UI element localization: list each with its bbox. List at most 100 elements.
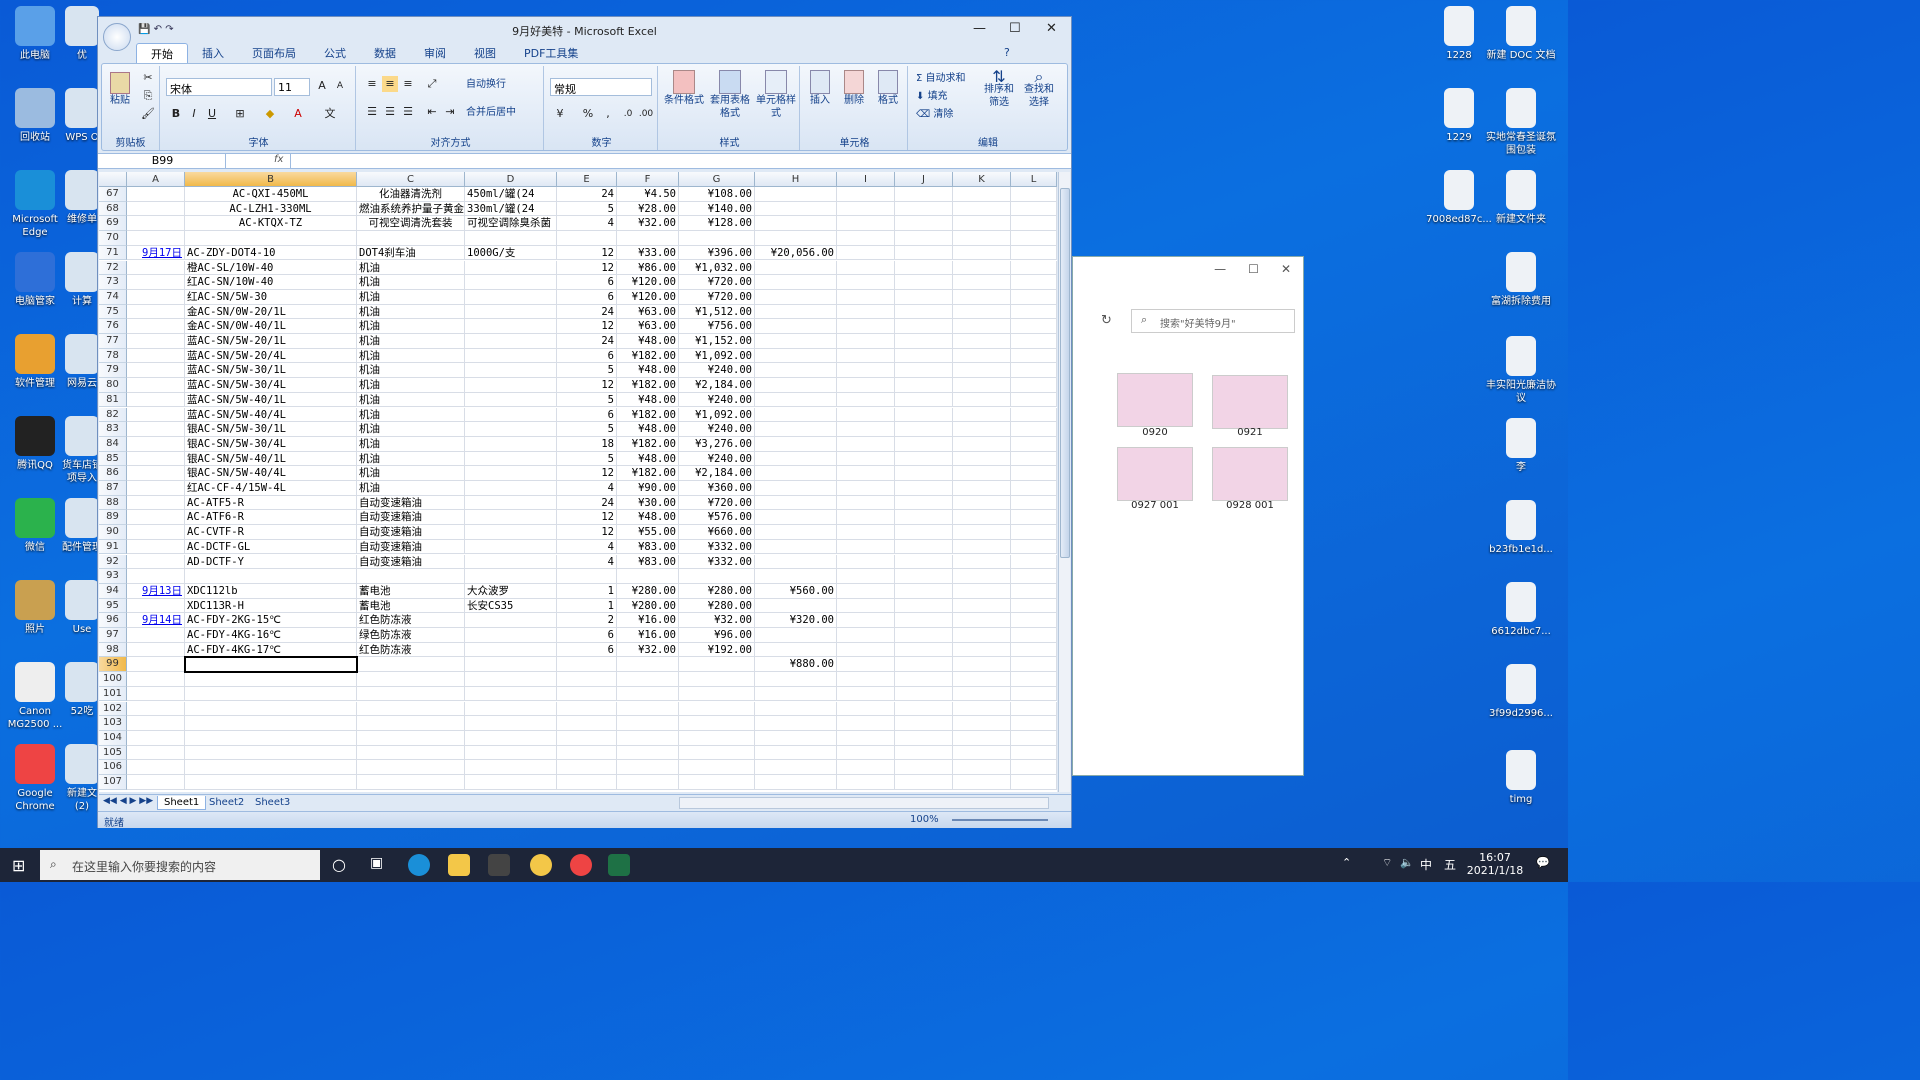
cell[interactable]: 机油 [357, 275, 465, 290]
cell[interactable]: ¥4.50 [617, 187, 679, 202]
cell[interactable] [1011, 436, 1057, 452]
cell[interactable] [953, 466, 1011, 481]
cell[interactable]: 4 [557, 216, 617, 232]
desktop-icon[interactable]: 配件管理 [62, 498, 102, 554]
cell[interactable] [837, 378, 895, 393]
format-cells-button[interactable]: 格式 [872, 70, 904, 107]
row-header[interactable]: 78 [99, 348, 127, 364]
cell[interactable] [953, 716, 1011, 731]
cell[interactable] [837, 583, 895, 599]
cell[interactable] [895, 775, 953, 790]
cell[interactable]: 4 [557, 539, 617, 555]
cell[interactable]: 1000G/支 [465, 245, 557, 261]
cell[interactable] [357, 730, 465, 746]
cell[interactable]: 蓝AC-SN/5W-30/1L [185, 363, 357, 379]
sheet-tab[interactable]: Sheet3 [249, 796, 296, 810]
cell[interactable] [837, 510, 895, 526]
cell[interactable]: 24 [557, 334, 617, 349]
cell[interactable] [465, 525, 557, 540]
cell[interactable] [755, 686, 837, 702]
cell[interactable] [465, 775, 557, 790]
cell[interactable] [895, 231, 953, 246]
cell[interactable] [755, 289, 837, 305]
tray-chevron-icon[interactable]: ⌃ [1342, 856, 1351, 869]
cell[interactable] [127, 422, 185, 437]
cell[interactable] [465, 260, 557, 276]
excel-window[interactable]: 9月好美特 - Microsoft Excel — ☐ ✕ 💾 ↶ ↷ 开始 插入… [97, 16, 1072, 829]
cell[interactable] [185, 672, 357, 687]
phonetic-icon[interactable]: 文 [322, 106, 338, 122]
cell[interactable]: 自动变速箱油 [357, 495, 465, 511]
file-explorer-icon[interactable] [448, 854, 470, 876]
column-header[interactable]: K [953, 172, 1011, 187]
cell[interactable]: 5 [557, 363, 617, 379]
shrink-font-icon[interactable]: A [332, 78, 348, 94]
cell[interactable] [953, 319, 1011, 334]
tab-0[interactable]: 开始 [136, 43, 188, 63]
row-header[interactable]: 81 [99, 392, 127, 408]
cell[interactable] [837, 642, 895, 658]
row-header[interactable]: 68 [99, 201, 127, 217]
cell[interactable]: ¥182.00 [617, 466, 679, 481]
cell[interactable] [1011, 686, 1057, 702]
cell[interactable] [1011, 495, 1057, 511]
desktop-icon[interactable]: 照片 [0, 580, 70, 636]
cell[interactable] [895, 657, 953, 673]
autosum-button[interactable]: Σ 自动求和 [916, 72, 966, 85]
cell[interactable]: 红色防冻液 [357, 642, 465, 658]
cell[interactable] [895, 525, 953, 540]
cell[interactable] [185, 701, 357, 717]
column-header[interactable]: D [465, 172, 557, 187]
merge-center-button[interactable]: 合并后居中 [466, 106, 542, 119]
increase-indent-icon[interactable]: ⇥ [442, 104, 458, 120]
cell[interactable]: 机油 [357, 481, 465, 496]
cell[interactable]: 24 [557, 495, 617, 511]
cell[interactable] [755, 334, 837, 349]
percent-icon[interactable]: % [580, 106, 596, 122]
tab-3[interactable]: 公式 [310, 43, 360, 63]
clock[interactable]: 16:07 2021/1/18 [1462, 851, 1528, 877]
cell[interactable] [1011, 539, 1057, 555]
font-size-select[interactable]: 11 [274, 78, 310, 96]
cell[interactable] [837, 451, 895, 467]
cell[interactable] [755, 260, 837, 276]
cell[interactable] [895, 613, 953, 628]
row-header[interactable]: 89 [99, 510, 127, 526]
cell[interactable] [557, 716, 617, 731]
windows-start-icon[interactable]: ⊞ [12, 856, 25, 875]
cell[interactable]: 机油 [357, 466, 465, 481]
row-header[interactable]: 101 [99, 686, 127, 702]
cell[interactable]: 4 [557, 481, 617, 496]
cell[interactable] [837, 657, 895, 673]
cell[interactable]: ¥128.00 [679, 216, 755, 232]
cell[interactable]: 蓝AC-SN/5W-20/4L [185, 348, 357, 364]
task-view-icon[interactable]: ▣ [370, 855, 383, 871]
maximize-icon[interactable]: ☐ [1009, 21, 1021, 36]
cell[interactable] [953, 701, 1011, 717]
edge-icon[interactable] [408, 854, 430, 876]
cell[interactable]: 机油 [357, 378, 465, 393]
cell[interactable] [127, 569, 185, 584]
cell[interactable]: ¥86.00 [617, 260, 679, 276]
cell[interactable]: ¥240.00 [679, 363, 755, 379]
cell[interactable] [465, 686, 557, 702]
cell[interactable] [185, 760, 357, 775]
row-header[interactable]: 82 [99, 407, 127, 423]
cell[interactable] [127, 216, 185, 232]
cell[interactable] [837, 319, 895, 334]
cell[interactable] [755, 201, 837, 217]
cell[interactable] [617, 775, 679, 790]
cell[interactable]: 6 [557, 628, 617, 643]
cell[interactable]: ¥1,032.00 [679, 260, 755, 276]
cell[interactable] [755, 642, 837, 658]
cell[interactable] [127, 201, 185, 217]
desktop-icon[interactable]: 计算 [62, 252, 102, 308]
currency-icon[interactable]: ¥ [552, 106, 568, 122]
fill-button[interactable]: ⬇ 填充 [916, 90, 948, 103]
cell[interactable]: AC-DCTF-GL [185, 539, 357, 555]
desktop-icon[interactable]: 回收站 [0, 88, 70, 144]
cell[interactable] [357, 569, 465, 584]
cell[interactable] [127, 510, 185, 526]
cell[interactable] [357, 657, 465, 673]
cell[interactable] [837, 289, 895, 305]
